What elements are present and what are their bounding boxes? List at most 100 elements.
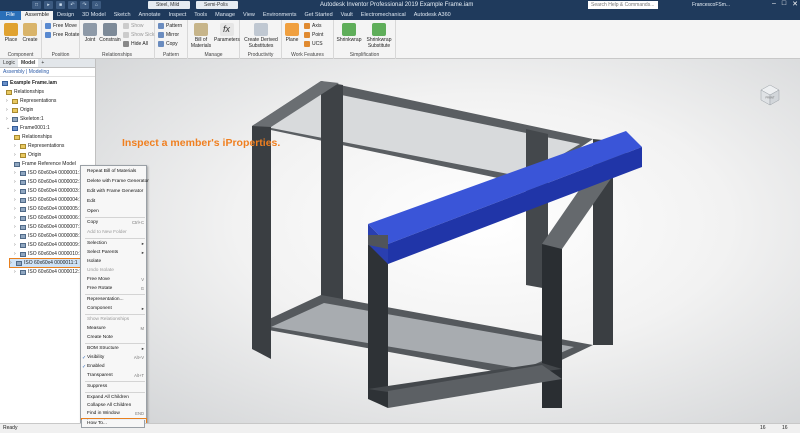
menu-item-representation[interactable]: Representation... [82,296,146,304]
tree-item[interactable]: Frame Reference Model [14,160,76,168]
expand-icon[interactable]: › [6,106,10,114]
create-derived-substitutes-button[interactable]: Create Derived Substitutes [242,23,280,49]
tree-item[interactable]: › ISO 60x60x4 0000003:1 [14,187,82,195]
tree-item-assembly[interactable]: Example Frame.iam [2,79,57,87]
tree-item[interactable]: › ISO 60x60x4 0000002:1 [14,178,82,186]
expand-icon[interactable]: › [14,223,18,231]
expand-icon[interactable]: › [14,169,18,177]
save-icon[interactable]: ■ [56,1,65,9]
tab-annotate[interactable]: Annotate [135,11,165,20]
menu-item-show-relationships[interactable]: Show Relationships [82,316,146,324]
create-button[interactable]: Create [21,23,39,43]
constrain-button[interactable]: Constrain [99,23,121,43]
menu-item-open[interactable]: Open [82,208,146,216]
tree-item[interactable]: › Skeleton:1 [6,115,44,123]
menu-item-component[interactable]: Component ▸ [82,305,146,313]
show-button[interactable]: Show [123,23,144,29]
joint-button[interactable]: Joint [81,23,99,43]
help-search-input[interactable]: Search Help & Commands... [588,1,658,9]
expand-icon[interactable]: › [14,187,18,195]
menu-item-undo-isolate[interactable]: Undo Isolate [82,267,146,275]
place-button[interactable]: Place [2,23,20,43]
ucs-button[interactable]: UCS [304,41,323,47]
tree-item[interactable]: Relationships [6,88,44,96]
tab-file[interactable]: File [0,11,21,20]
shrinkwrap-button[interactable]: Shrinkwrap [336,23,362,43]
menu-item-find-in-window[interactable]: Find in Window END [82,410,146,418]
expand-icon[interactable]: › [14,250,18,258]
new-icon[interactable]: □ [32,1,41,9]
tree-item[interactable]: › ISO 60x60x4 0000005:1 [14,205,82,213]
tree-item[interactable]: › ISO 60x60x4 0000001:1 [14,169,82,177]
expand-icon[interactable]: › [6,97,10,105]
tree-item[interactable]: › Representations [6,97,56,105]
tree-item[interactable]: › ISO 60x60x4 0000009:1 [14,241,82,249]
tree-item[interactable]: › Origin [14,151,41,159]
menu-item-repeat-bom[interactable]: Repeat Bill of Materials [82,168,146,176]
tab-autodesk-a360[interactable]: Autodesk A360 [410,11,455,20]
tab-sketch[interactable]: Sketch [110,11,135,20]
shrinkwrap-substitute-button[interactable]: Shrinkwrap Substitute [363,23,395,49]
menu-item-isolate[interactable]: Isolate [82,258,146,266]
menu-item-bom-structure[interactable]: BOM Structure ▸ [82,345,146,353]
tab-environments[interactable]: Environments [259,11,301,20]
expand-icon[interactable]: › [14,142,18,150]
pattern-button[interactable]: Pattern [158,23,182,29]
tab-inspect[interactable]: Inspect [165,11,191,20]
expand-icon[interactable]: › [14,196,18,204]
tree-item[interactable]: › ISO 60x60x4 0000007:1 [14,223,82,231]
expand-icon[interactable]: › [14,241,18,249]
tree-item[interactable]: Relationships [14,133,52,141]
parameters-button[interactable]: fx Parameters [214,23,240,43]
tree-item[interactable]: › ISO 60x60x4 0000010:1 [14,250,82,258]
bill-of-materials-button[interactable]: Bill of Materials [189,23,213,49]
menu-item-enabled[interactable]: ✓ Enabled [82,363,146,371]
expand-icon[interactable]: › [14,178,18,186]
tree-item[interactable]: › Representations [14,142,64,150]
tree-item[interactable]: › ISO 60x60x4 0000004:1 [14,196,82,204]
appearance-combo[interactable]: Semi-Polis [196,1,238,9]
tab-logic[interactable]: Logic [0,59,18,67]
expand-icon[interactable]: › [10,259,14,267]
tab-manage[interactable]: Manage [211,11,239,20]
menu-item-free-rotate[interactable]: Free Rotate G [82,285,146,293]
expand-icon[interactable]: › [6,115,10,123]
home-icon[interactable]: ⌂ [92,1,101,9]
plane-button[interactable]: Plane [283,23,301,43]
expand-icon[interactable]: › [14,268,18,276]
menu-item-delete-frame[interactable]: Delete with Frame Generator [82,178,149,186]
viewcube[interactable]: FRONT [757,82,783,108]
menu-item-collapse-all[interactable]: Collapse All Children [82,402,146,410]
browser-subtabs[interactable]: Assembly | Modeling [0,68,95,77]
user-account[interactable]: FrancescoFSm... [692,2,730,8]
copy-button[interactable]: Copy [158,41,178,47]
tab-design[interactable]: Design [53,11,78,20]
expand-icon[interactable]: › [14,205,18,213]
close-icon[interactable]: ✕ [792,0,798,8]
menu-item-selection[interactable]: Selection ▸ [82,240,146,248]
tree-item[interactable]: › ISO 60x60x4 0000006:1 [14,214,82,222]
expand-icon[interactable]: › [14,214,18,222]
menu-item-edit-frame[interactable]: Edit with Frame Generator [82,188,146,196]
tree-item[interactable]: › Origin [6,106,33,114]
free-rotate-button[interactable]: Free Rotate [45,32,79,38]
free-move-button[interactable]: Free Move [45,23,77,29]
tree-item[interactable]: › ISO 60x60x4 0000008:1 [14,232,82,240]
add-tab-icon[interactable]: + [38,59,47,67]
axis-button[interactable]: Axis [304,23,321,29]
minimize-icon[interactable]: – [772,0,776,8]
open-icon[interactable]: ▸ [44,1,53,9]
menu-item-copy[interactable]: Copy Ctrl+C [82,219,146,227]
tab-model[interactable]: Model [17,59,39,67]
menu-item-transparent[interactable]: Transparent Alt+T [82,372,146,380]
point-button[interactable]: Point [304,32,323,38]
menu-item-add-to-folder[interactable]: Add to New Folder [82,229,146,237]
menu-item-visibility[interactable]: ✓ Visibility Alt+V [82,354,146,362]
menu-item-suppress[interactable]: Suppress [82,383,146,391]
collapse-icon[interactable]: ⌄ [6,124,10,132]
menu-item-select-parents[interactable]: Select Parents ▸ [82,249,146,257]
hide-all-button[interactable]: Hide All [123,41,148,47]
tab-vault[interactable]: Vault [337,11,357,20]
material-combo[interactable]: Steel, Mild [148,1,190,9]
menu-item-measure[interactable]: Measure M [82,325,146,333]
